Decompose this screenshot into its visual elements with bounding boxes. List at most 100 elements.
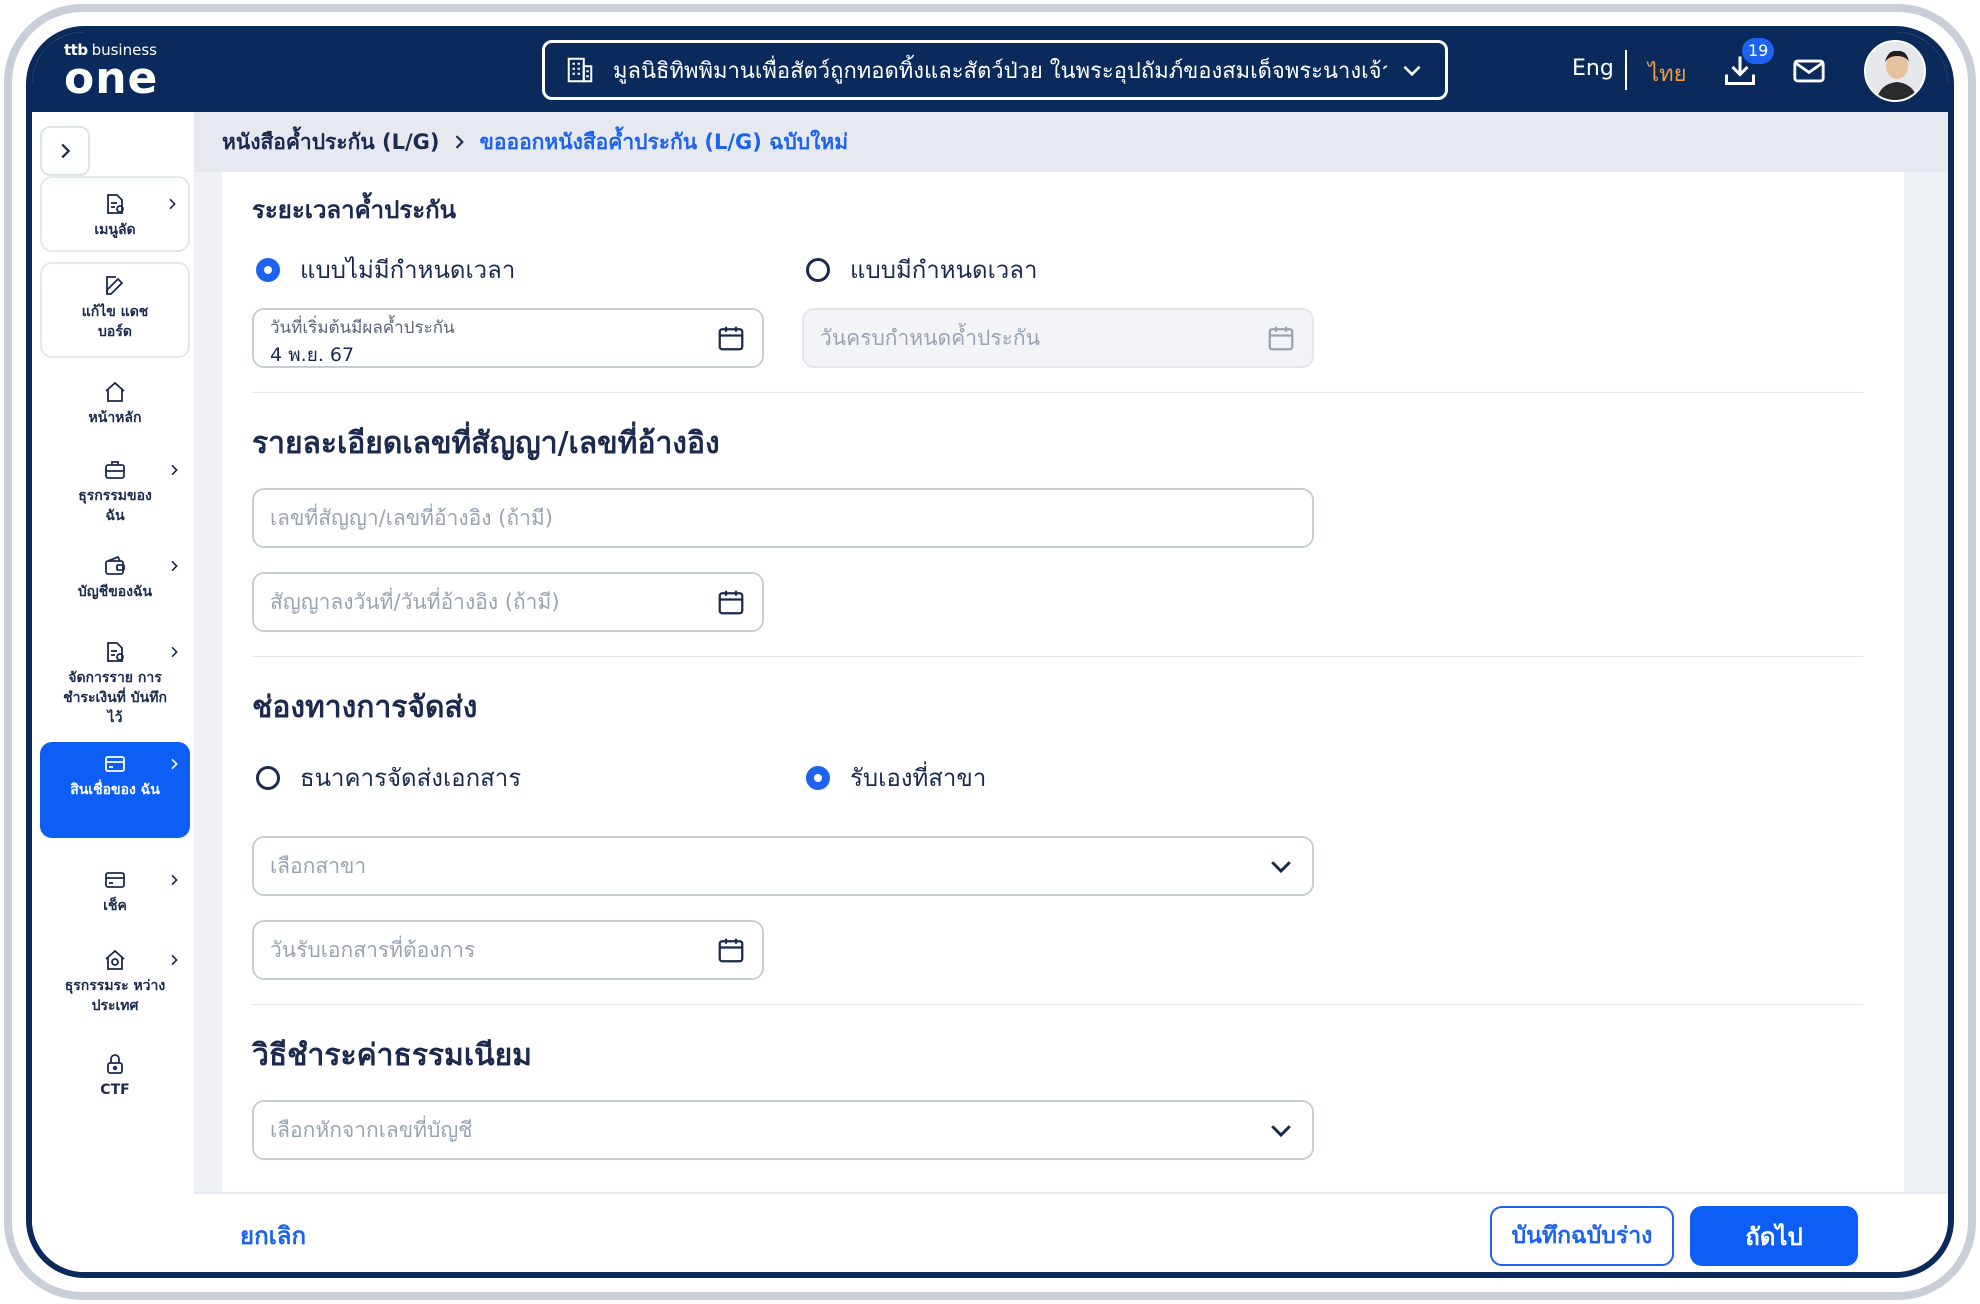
start-date-value: 4 พ.ย. 67: [270, 344, 355, 366]
calendar-icon[interactable]: [716, 935, 746, 965]
radio-open-ended[interactable]: แบบไม่มีกำหนดเวลา: [256, 250, 515, 289]
sidebar-item-label: จัดการราย การชำระเงินที่ บันทึกไว้: [63, 670, 167, 726]
form-card: ระยะเวลาค้ำประกัน แบบไม่มีกำหนดเวลา แบบม…: [222, 172, 1904, 1212]
sidebar-item-label: สินเชื่อของ ฉัน: [70, 782, 160, 798]
sidebar-item-label: เมนูลัด: [94, 222, 136, 238]
wallet-icon: [105, 555, 125, 575]
action-footer: ยกเลิก บันทึกฉบับร่าง ถัดไป: [194, 1192, 1948, 1272]
section-divider: [252, 392, 1864, 393]
sidebar-item-home[interactable]: หน้าหลัก: [40, 370, 190, 440]
next-button[interactable]: ถัดไป: [1690, 1206, 1858, 1266]
sidebar-item-label: CTF: [100, 1082, 130, 1098]
app-window: ttb business one มูลนิธิทิพพิมานเพื่อสัตว…: [26, 26, 1954, 1278]
chevron-right-icon: [171, 646, 178, 658]
sidebar-item-cheque[interactable]: เช็ค: [40, 858, 190, 928]
international-icon: [105, 949, 125, 970]
radio-label: ธนาคารจัดส่งเอกสาร: [300, 764, 522, 792]
breadcrumb-parent[interactable]: หนังสือค้ำประกัน (L/G): [222, 126, 439, 159]
radio-selected-icon: [806, 765, 830, 790]
chevron-right-icon: [171, 758, 178, 770]
chevron-right-icon: [456, 135, 465, 149]
section-divider: [252, 656, 1864, 657]
chevron-right-icon: [169, 198, 176, 210]
sidebar: เมนูลัด แก้ไข แดชบอร์ด หน้าหลัก ธุรกรรมข…: [32, 112, 194, 1272]
mail-icon[interactable]: [1792, 54, 1826, 88]
saved-payment-icon: [107, 642, 124, 662]
shortcut-doc-icon: [107, 194, 124, 214]
contract-date-field[interactable]: สัญญาลงวันที่/วันที่อ้างอิง (ถ้ามี): [252, 572, 764, 632]
language-thai[interactable]: ไทย: [1648, 56, 1686, 91]
contract-number-input[interactable]: เลขที่สัญญา/เลขที่อ้างอิง (ถ้ามี): [252, 488, 1314, 548]
sidebar-item-edit-dashboard[interactable]: แก้ไข แดชบอร์ด: [40, 262, 190, 358]
chevron-right-icon: [171, 464, 178, 476]
radio-label: รับเองที่สาขา: [850, 764, 987, 792]
sidebar-item-my-loans[interactable]: สินเชื่อของ ฉัน: [40, 742, 190, 838]
top-bar: ttb business one มูลนิธิทิพพิมานเพื่อสัตว…: [32, 32, 1948, 112]
language-eng[interactable]: Eng: [1572, 56, 1614, 81]
chevron-right-icon: [171, 954, 178, 966]
chevron-right-icon: [171, 560, 178, 572]
radio-selected-icon: [256, 257, 280, 282]
sidebar-item-label: บัญชีของฉัน: [77, 584, 153, 600]
branch-select[interactable]: เลือกสาขา: [252, 836, 1314, 896]
sidebar-item-international[interactable]: ธุรกรรมระ หว่างประเทศ: [40, 938, 190, 1028]
sidebar-item-label: หน้าหลัก: [88, 410, 142, 426]
device-bezel: ttb business one มูลนิธิทิพพิมานเพื่อสัตว…: [12, 12, 1968, 1292]
cancel-button[interactable]: ยกเลิก: [240, 1216, 306, 1255]
radio-unselected-icon: [806, 257, 830, 282]
loan-card-icon: [105, 756, 125, 772]
section-title-contract: รายละเอียดเลขที่สัญญา/เลขที่อ้างอิง: [252, 426, 720, 461]
start-date-field[interactable]: วันที่เริ่มต้นมีผลค้ำประกัน 4 พ.ย. 67: [252, 308, 764, 368]
briefcase-icon: [105, 461, 125, 479]
breadcrumb: หนังสือค้ำประกัน (L/G) ขอออกหนังสือค้ำปร…: [194, 112, 1948, 172]
language-divider: [1625, 50, 1627, 90]
section-title-delivery: ช่องทางการจัดส่ง: [252, 690, 478, 725]
contract-date-placeholder: สัญญาลงวันที่/วันที่อ้างอิง (ถ้ามี): [270, 589, 560, 614]
company-selector[interactable]: มูลนิธิทิพพิมานเพื่อสัตว์ถูกทอดทิ้งและสั…: [542, 40, 1448, 100]
radio-unselected-icon: [256, 765, 280, 790]
chevron-right-icon: [171, 874, 178, 886]
sidebar-item-shortcut[interactable]: เมนูลัด: [40, 176, 190, 252]
end-date-field: วันครบกำหนดค้ำประกัน: [802, 308, 1314, 368]
contract-number-placeholder: เลขที่สัญญา/เลขที่อ้างอิง (ถ้ามี): [270, 505, 553, 530]
chevron-right-icon: [61, 143, 71, 159]
sidebar-item-label: ธุรกรรมระ หว่างประเทศ: [64, 978, 166, 1014]
lock-icon: [107, 1054, 123, 1074]
ttb-business-one-logo[interactable]: ttb business one: [64, 40, 184, 104]
sidebar-expand-button[interactable]: [40, 126, 90, 176]
branch-select-placeholder: เลือกสาขา: [270, 853, 367, 878]
home-icon: [105, 381, 125, 402]
calendar-icon[interactable]: [716, 587, 746, 617]
sidebar-item-label: เช็ค: [103, 898, 127, 914]
section-title-fee: วิธีชำระค่าธรรมเนียม: [252, 1038, 532, 1073]
chevron-down-icon: [1271, 861, 1291, 874]
sidebar-item-ctf[interactable]: CTF: [40, 1042, 190, 1112]
user-photo-icon: [1866, 42, 1924, 100]
fee-account-select[interactable]: เลือกหักจากเลขที่บัญชี: [252, 1100, 1314, 1160]
company-name: มูลนิธิทิพพิมานเพื่อสัตว์ถูกทอดทิ้งและสั…: [613, 58, 1387, 84]
building-icon: [567, 57, 593, 83]
end-date-placeholder: วันครบกำหนดค้ำประกัน: [820, 325, 1040, 350]
radio-bank-delivery[interactable]: ธนาคารจัดส่งเอกสาร: [256, 758, 521, 797]
radio-label: แบบไม่มีกำหนดเวลา: [300, 256, 516, 284]
calendar-icon: [1268, 326, 1294, 351]
chevron-down-icon: [1403, 65, 1421, 77]
calendar-icon[interactable]: [716, 323, 746, 353]
save-draft-button[interactable]: บันทึกฉบับร่าง: [1490, 1206, 1674, 1266]
radio-branch-pickup[interactable]: รับเองที่สาขา: [806, 758, 986, 797]
section-title-guarantee-period: ระยะเวลาค้ำประกัน: [252, 196, 457, 224]
section-divider: [252, 1004, 1864, 1005]
download-count-badge: 19: [1742, 38, 1775, 64]
avatar[interactable]: [1864, 40, 1926, 102]
sidebar-item-saved-payments[interactable]: จัดการราย การชำระเงินที่ บันทึกไว้: [40, 630, 190, 730]
start-date-label: วันที่เริ่มต้นมีผลค้ำประกัน: [270, 318, 455, 338]
sidebar-item-my-transactions[interactable]: ธุรกรรมของ ฉัน: [40, 448, 190, 538]
pickup-date-placeholder: วันรับเอกสารที่ต้องการ: [270, 937, 476, 962]
chevron-down-icon: [1271, 1125, 1291, 1138]
sidebar-item-my-accounts[interactable]: บัญชีของฉัน: [40, 544, 190, 614]
edit-icon: [106, 276, 124, 295]
sidebar-item-label: ธุรกรรมของ ฉัน: [78, 488, 152, 524]
radio-fixed-term[interactable]: แบบมีกำหนดเวลา: [806, 250, 1037, 289]
pickup-date-field[interactable]: วันรับเอกสารที่ต้องการ: [252, 920, 764, 980]
fee-account-placeholder: เลือกหักจากเลขที่บัญชี: [270, 1117, 473, 1142]
